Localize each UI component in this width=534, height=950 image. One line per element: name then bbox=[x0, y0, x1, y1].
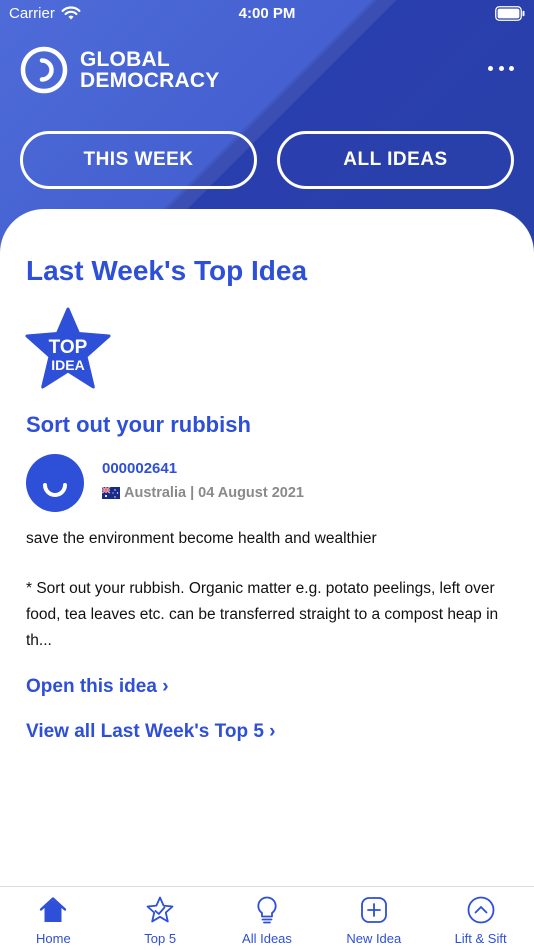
idea-meta: Australia | 04 August 2021 bbox=[102, 485, 304, 501]
status-bar: Carrier 4:00 PM bbox=[0, 0, 534, 28]
idea-summary: save the environment become health and w… bbox=[26, 530, 377, 547]
tab-label: Lift & Sift bbox=[454, 931, 507, 946]
tab-label: Home bbox=[36, 931, 71, 946]
top-idea-card: Last Week's Top Idea TOP IDEA Sort out y… bbox=[0, 209, 534, 889]
logo-mark-icon bbox=[20, 46, 68, 94]
tab-label: All Ideas bbox=[242, 931, 292, 946]
badge-line-1: TOP bbox=[49, 337, 88, 358]
idea-id-link[interactable]: 000002641 bbox=[102, 460, 177, 477]
lightbulb-icon bbox=[257, 896, 277, 924]
tab-all-ideas[interactable]: All Ideas bbox=[214, 887, 321, 950]
australia-flag-icon bbox=[102, 487, 120, 499]
battery-icon bbox=[495, 6, 525, 21]
home-icon bbox=[40, 897, 67, 922]
tab-label: Top 5 bbox=[144, 931, 177, 946]
tab-top-5[interactable]: Top 5 bbox=[107, 887, 214, 950]
chevron-up-circle-icon bbox=[467, 896, 494, 924]
idea-body: * Sort out your rubbish. Organic matter … bbox=[26, 580, 499, 649]
brand-logo[interactable]: GLOBAL DEMOCRACY bbox=[20, 46, 219, 94]
tab-new-idea[interactable]: New Idea bbox=[320, 887, 427, 950]
brand-line-2: DEMOCRACY bbox=[80, 69, 220, 92]
menu-dot bbox=[498, 65, 504, 71]
tab-lift-and-sift[interactable]: Lift & Sift bbox=[427, 887, 534, 950]
section-title: Last Week's Top Idea bbox=[26, 255, 308, 286]
more-menu-icon[interactable] bbox=[488, 62, 514, 74]
idea-title[interactable]: Sort out your rubbish bbox=[26, 412, 251, 438]
smile-icon bbox=[43, 483, 67, 497]
meta-separator: | bbox=[190, 485, 195, 501]
menu-dot bbox=[488, 65, 493, 71]
brand-wordmark: GLOBAL DEMOCRACY bbox=[80, 49, 219, 91]
top-idea-star-badge: TOP IDEA bbox=[25, 307, 111, 389]
all-ideas-button[interactable]: ALL IDEAS bbox=[277, 131, 514, 189]
clock: 4:00 PM bbox=[238, 5, 296, 22]
view-all-top5-link[interactable]: View all Last Week's Top 5 › bbox=[26, 721, 276, 743]
tab-home[interactable]: Home bbox=[0, 887, 107, 950]
tab-bar: Home Top 5 All Ideas New Idea Lift & Sif… bbox=[0, 886, 534, 950]
star-check-icon bbox=[146, 896, 174, 923]
idea-country: Australia bbox=[124, 485, 187, 501]
avatar bbox=[26, 454, 84, 512]
menu-dot bbox=[509, 65, 514, 71]
plus-square-icon bbox=[360, 897, 387, 923]
tab-label: New Idea bbox=[346, 931, 402, 946]
brand-line-1: GLOBAL bbox=[80, 48, 170, 71]
open-idea-link[interactable]: Open this idea › bbox=[26, 676, 169, 698]
badge-line-2: IDEA bbox=[51, 357, 84, 373]
this-week-button[interactable]: THIS WEEK bbox=[20, 131, 257, 189]
idea-date: 04 August 2021 bbox=[198, 485, 304, 501]
